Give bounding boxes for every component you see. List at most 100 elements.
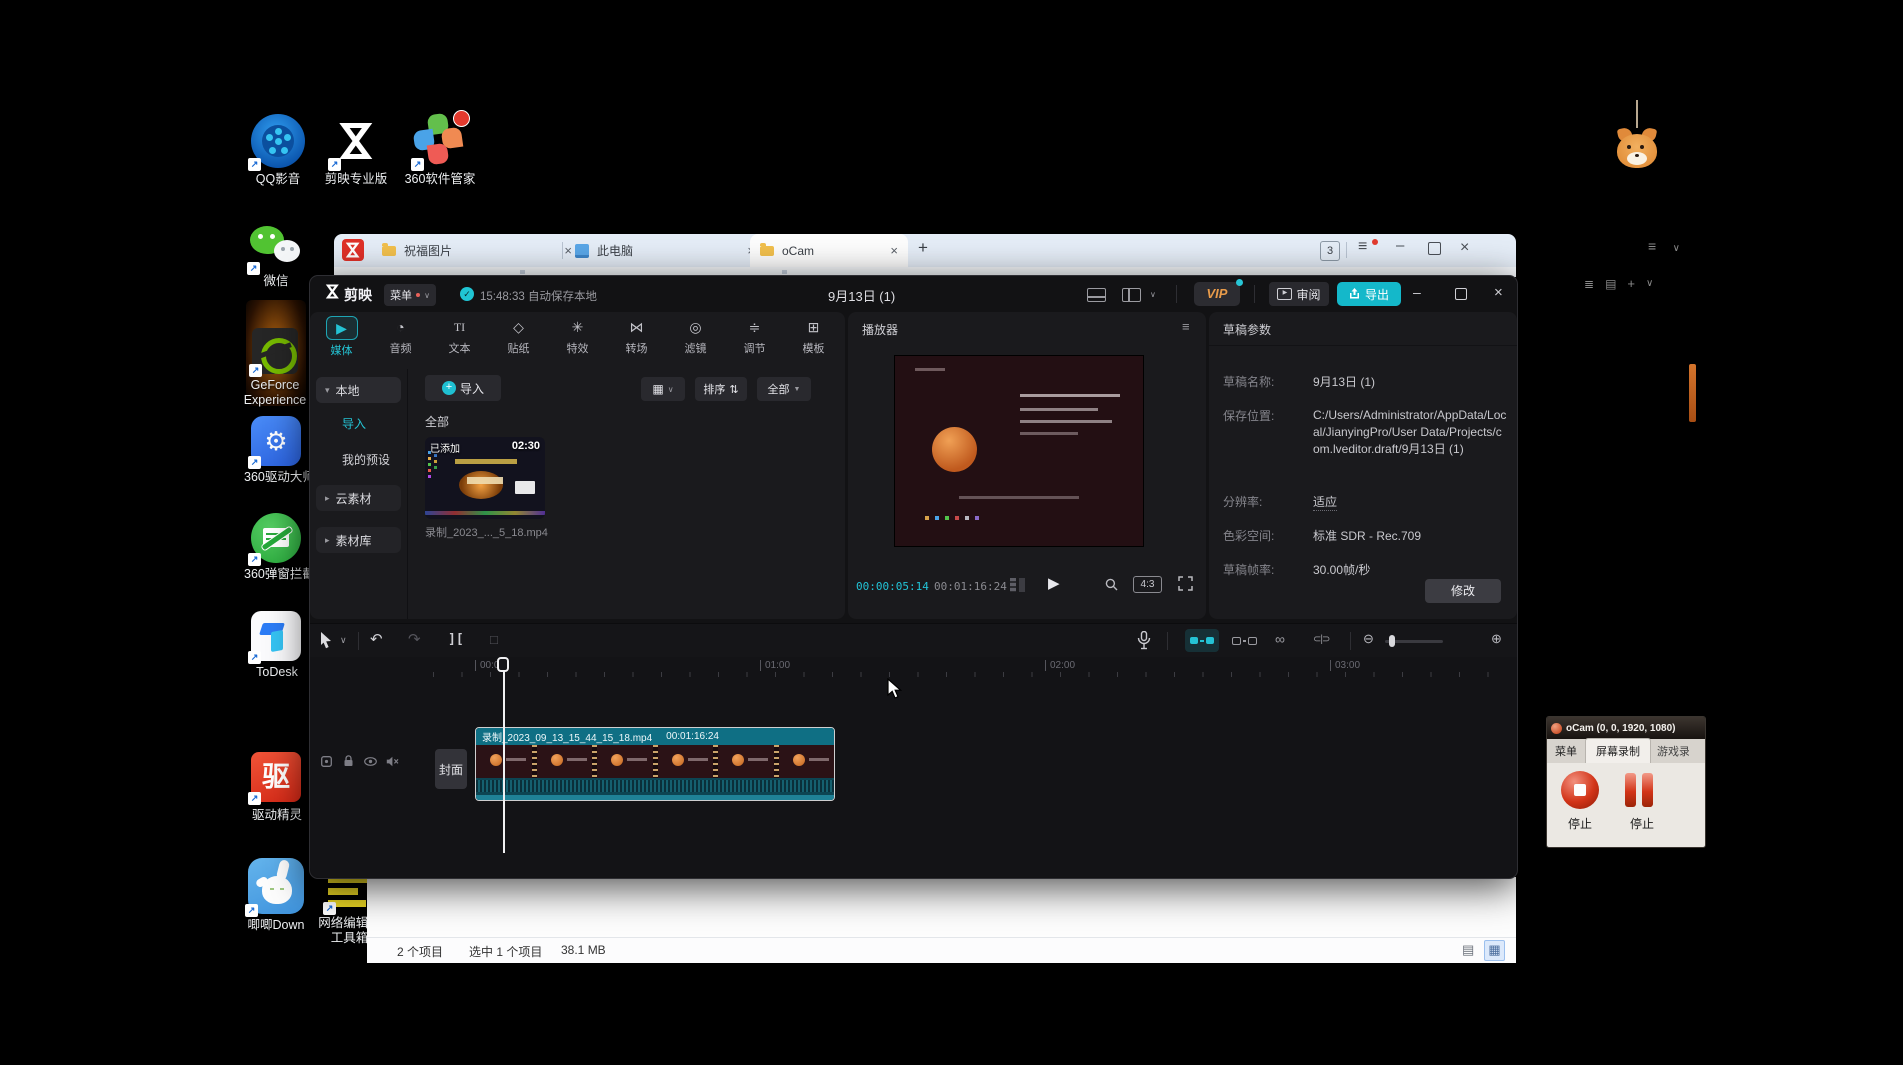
timeline-ruler[interactable]: 00:00 01:00 02:00 03:00 [433,657,1513,679]
review-button[interactable]: ▶ 审阅 [1269,282,1329,306]
plus-icon[interactable]: + [1627,276,1635,291]
window-close-button[interactable]: × [1494,284,1503,301]
tab-transitions[interactable]: ⋈转场 [609,316,665,358]
chevron-down-icon[interactable]: ∨ [1150,290,1156,299]
sidebar-item-presets[interactable]: 我的预设 [342,451,390,468]
sort-button[interactable]: 排序 ⇅ [695,377,747,401]
geforce-icon: ↗ [252,328,298,374]
window-close-button[interactable]: × [1460,239,1469,257]
export-button[interactable]: 导出 [1337,282,1401,306]
slider-handle[interactable] [1389,635,1395,647]
timeline-clip[interactable]: 录制_2023_09_13_15_44_15_18.mp4 00:01:16:2… [475,727,835,801]
tab-media[interactable]: ▶媒体 [314,316,370,358]
chevron-down-icon[interactable]: ∨ [340,635,347,646]
select-tool-icon[interactable] [320,632,334,649]
explorer-menu-icon[interactable]: ≡ [1358,238,1367,256]
tab-this-pc[interactable]: 此电脑 × [567,234,763,267]
tab-ocam-active[interactable]: oCam × [750,234,908,267]
layout-panels-icon[interactable] [1087,288,1106,302]
layout-columns-icon[interactable] [1122,288,1141,302]
microphone-icon[interactable] [1137,631,1151,650]
eye-icon[interactable] [363,754,377,768]
zoom-out-icon[interactable]: ⊖ [1363,631,1374,647]
list-icon[interactable]: ≣ [1584,277,1594,291]
shortcut-arrow-icon: ↗ [328,158,341,171]
autosave-check-icon: ✓ [460,287,474,301]
tab-close-icon[interactable]: × [890,243,898,258]
player-menu-icon[interactable]: ≡ [1182,319,1190,334]
undo-icon[interactable]: ↶ [370,630,383,648]
aspect-ratio-button[interactable]: 4:3 [1133,576,1162,593]
tab-adjust[interactable]: ≑调节 [727,316,783,358]
tab-blessing-images[interactable]: 祝福图片 × [374,234,580,267]
window-maximize-button[interactable] [1455,288,1467,300]
status-item-count: 2 个项目 [397,943,443,960]
preview-axis-icon[interactable]: ⊂|⊃ [1313,634,1329,645]
ocam-stop-button[interactable] [1561,771,1599,809]
redo-icon[interactable]: ↷ [408,630,421,648]
window-minimize-button[interactable]: – [1413,284,1421,300]
ribbon-tabs: ▶媒体 ◔音频 TI文本 ◇贴纸 ✳特效 ⋈转场 ◎滤镜 ≑调节 ⊞模板 [312,316,843,358]
play-button[interactable]: ▶ [1048,574,1060,592]
media-thumbnail[interactable]: 已添加 02:30 [425,437,545,519]
shortcut-arrow-icon: ↗ [411,158,424,171]
tab-templates[interactable]: ⊞模板 [786,316,842,358]
new-tab-button[interactable]: + [918,238,928,258]
view-list-icon[interactable]: ▤ [1462,942,1474,958]
link-icon[interactable]: ∞ [1275,631,1285,647]
timeline-zoom-slider[interactable] [1385,640,1443,643]
auto-snap-icon[interactable] [1229,629,1259,652]
modify-button[interactable]: 修改 [1425,579,1501,603]
menu-icon[interactable]: ≡ [1648,238,1656,254]
view-grid-icon[interactable]: ▦ [1484,940,1505,961]
driver-genius-icon: 驱 ↗ [251,752,301,802]
background-toolbar-icons[interactable]: ≣ ▤ + ∨ [1584,276,1653,291]
frames-icon[interactable] [1010,578,1016,592]
timeline-area[interactable]: 00:00 01:00 02:00 03:00 封面 录制_2023_09_13… [310,657,1517,877]
tab-sticker[interactable]: ◇贴纸 [491,316,547,358]
tab-label: 贴纸 [491,340,547,356]
tab-label: 特效 [550,340,606,356]
track-range-icon[interactable] [319,754,333,768]
text-icon: TI [445,316,475,338]
window-maximize-button[interactable] [1428,242,1441,255]
ocam-pause-button[interactable] [1625,773,1653,807]
ocam-tab-screen-record[interactable]: 屏幕录制 [1585,738,1651,763]
view-mode-button[interactable]: ▦ ∨ [641,377,685,401]
playhead-handle[interactable] [497,657,509,672]
import-button[interactable]: + 导入 [425,375,501,401]
chevron-down-icon[interactable]: ∨ [1673,243,1680,254]
grid-icon: ▦ [652,382,663,396]
window-minimize-button[interactable]: – [1396,237,1404,254]
lock-icon[interactable] [341,754,355,768]
zoom-in-icon[interactable]: ⊕ [1491,631,1502,647]
chevron-down-icon[interactable]: ∨ [1646,278,1653,289]
notification-dot [1372,239,1378,245]
tab-count-badge[interactable]: 3 [1320,241,1340,261]
tab-audio[interactable]: ◔音频 [373,316,429,358]
sidebar-item-local[interactable]: ▾ 本地 [316,377,401,403]
playhead-line[interactable] [503,657,505,853]
sidebar-item-import[interactable]: 导入 [342,415,366,432]
mute-speaker-icon[interactable] [385,754,399,768]
shortcut-arrow-icon: ↗ [248,158,261,171]
filter-button[interactable]: 全部 ▼ [757,377,811,401]
sidebar-item-assets[interactable]: ▸ 素材库 [316,527,401,553]
ocam-tab-game-record[interactable]: 游戏录制 [1651,739,1689,763]
tab-effects[interactable]: ✳特效 [550,316,606,358]
background-window-controls[interactable]: ≡ ∨ [1648,238,1680,256]
main-track-magnet-icon[interactable] [1185,629,1219,652]
cover-button[interactable]: 封面 [435,749,467,789]
ocam-menu-item[interactable]: 菜单 [1547,739,1585,763]
view-icon[interactable]: ▤ [1605,277,1616,291]
tab-filters[interactable]: ◎滤镜 [668,316,724,358]
split-icon[interactable]: ][ [448,632,464,647]
vip-badge[interactable]: VIP [1194,282,1240,306]
menu-button[interactable]: 菜单 ∨ [384,284,436,306]
fit-zoom-icon[interactable] [1104,577,1119,592]
tab-text[interactable]: TI文本 [432,316,488,358]
fullscreen-icon[interactable] [1178,576,1193,591]
sidebar-item-cloud[interactable]: ▸ 云素材 [316,485,401,511]
sort-label: 排序 [703,381,725,397]
delete-icon[interactable]: □ [490,632,498,647]
